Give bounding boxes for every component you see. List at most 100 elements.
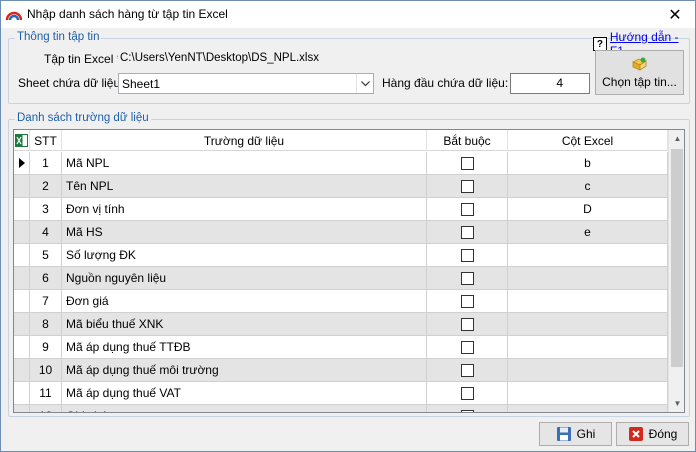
row-indicator[interactable] [14,198,30,220]
table-row[interactable]: 8 Mã biểu thuế XNK [14,313,668,336]
row-excel-column[interactable] [508,313,668,335]
col-header-excel-col[interactable]: Cột Excel [508,130,668,151]
row-field-name: Mã biểu thuế XNK [62,313,427,335]
row-excel-column[interactable] [508,267,668,289]
row-indicator[interactable] [14,221,30,243]
choose-file-label: Chọn tập tin... [602,75,677,89]
row-required-cell [427,152,508,174]
table-row[interactable]: 7 Đơn giá [14,290,668,313]
row-field-name: Mã áp dụng thuế VAT [62,382,427,404]
row-excel-column[interactable]: b [508,152,668,174]
required-checkbox[interactable] [460,363,474,377]
table-row[interactable]: 6 Nguồn nguyên liệu [14,267,668,290]
col-header-field[interactable]: Trường dữ liệu [62,130,427,151]
required-checkbox[interactable] [460,202,474,216]
row-field-name: Mã HS [62,221,427,243]
scroll-down-icon[interactable]: ▼ [669,395,684,412]
table-row[interactable]: 12Ghi chú [14,405,668,412]
row-required-cell [427,336,508,358]
row-excel-column[interactable]: D [508,198,668,220]
required-checkbox[interactable] [460,271,474,285]
table-row[interactable]: 1 Mã NPL b [14,152,668,175]
vertical-scrollbar[interactable]: ▲ ▼ [668,130,684,412]
scroll-up-icon[interactable]: ▲ [669,130,684,147]
window-close-icon[interactable]: ✕ [655,1,695,28]
row-required-cell [427,382,508,404]
table-row[interactable]: 3 Đơn vị tính D [14,198,668,221]
row-required-cell [427,198,508,220]
table-row[interactable]: 9 Mã áp dụng thuế TTĐB [14,336,668,359]
row-field-name: Ghi chú [62,405,427,412]
required-checkbox[interactable] [460,386,474,400]
row-required-cell [427,244,508,266]
row-stt: 9 [30,336,62,358]
row-indicator[interactable] [14,290,30,312]
excel-corner-icon[interactable] [14,130,30,151]
file-path-field: C:\Users\YenNT\Desktop\DS_NPL.xlsx [118,50,588,68]
row-excel-column[interactable] [508,290,668,312]
row-field-name: Mã NPL [62,152,427,174]
open-folder-icon [631,57,647,71]
table-row[interactable]: 11 Mã áp dụng thuế VAT [14,382,668,405]
close-button[interactable]: Đóng [616,422,689,446]
app-logo-icon [6,11,22,21]
row-indicator[interactable] [14,336,30,358]
row-required-cell [427,267,508,289]
row-stt: 7 [30,290,62,312]
close-icon [628,427,643,441]
file-info-group-title: Thông tin tập tin [15,31,102,43]
row-indicator[interactable] [14,244,30,266]
row-indicator-icon[interactable] [14,152,30,174]
fields-grid: STT Trường dữ liệu Bắt buộc Cột Excel 1M… [13,129,685,413]
col-header-required[interactable]: Bắt buộc [427,130,508,151]
row-stt: 8 [30,313,62,335]
row-required-cell [427,313,508,335]
table-row[interactable]: 10 Mã áp dụng thuế môi trường [14,359,668,382]
row-indicator[interactable] [14,267,30,289]
row-field-name: Đơn vị tính [62,198,427,220]
row-excel-column[interactable] [508,382,668,404]
row-indicator[interactable] [14,313,30,335]
row-excel-column[interactable]: c [508,175,668,197]
row-required-cell [427,175,508,197]
import-excel-dialog: Nhập danh sách hàng từ tập tin Excel ✕ T… [0,0,696,452]
choose-file-button[interactable]: Chọn tập tin... [595,50,684,95]
row-excel-column[interactable] [508,405,668,412]
required-checkbox[interactable] [460,225,474,239]
row-indicator[interactable] [14,405,30,412]
col-header-stt[interactable]: STT [30,130,62,151]
first-row-label: Hàng đầu chứa dữ liệu: * [382,76,520,90]
window-title: Nhập danh sách hàng từ tập tin Excel [27,7,228,21]
required-checkbox[interactable] [460,409,474,412]
required-checkbox[interactable] [460,248,474,262]
required-checkbox[interactable] [460,294,474,308]
sheet-select[interactable]: Sheet1 [118,73,374,94]
chevron-down-icon[interactable] [356,74,373,93]
row-stt: 10 [30,359,62,381]
row-indicator[interactable] [14,359,30,381]
row-field-name: Tên NPL [62,175,427,197]
file-label: Tập tin Excel * [44,52,121,66]
row-excel-column[interactable]: e [508,221,668,243]
row-excel-column[interactable] [508,244,668,266]
row-excel-column[interactable] [508,336,668,358]
table-row[interactable]: 2 Tên NPL c [14,175,668,198]
table-row[interactable]: 5 Số lượng ĐK [14,244,668,267]
save-button[interactable]: Ghi [539,422,612,446]
table-row[interactable]: 4 Mã HS e [14,221,668,244]
row-indicator[interactable] [14,175,30,197]
row-required-cell [427,290,508,312]
row-excel-column[interactable] [508,359,668,381]
row-field-name: Số lượng ĐK [62,244,427,266]
required-checkbox[interactable] [460,179,474,193]
required-checkbox[interactable] [460,156,474,170]
required-checkbox[interactable] [460,317,474,331]
help-icon: ? [593,37,607,51]
row-required-cell [427,359,508,381]
required-checkbox[interactable] [460,340,474,354]
first-row-input[interactable]: 4 [510,73,590,94]
scrollbar-thumb[interactable] [671,149,683,367]
row-indicator[interactable] [14,382,30,404]
floppy-disk-icon [556,427,571,441]
row-required-cell [427,221,508,243]
